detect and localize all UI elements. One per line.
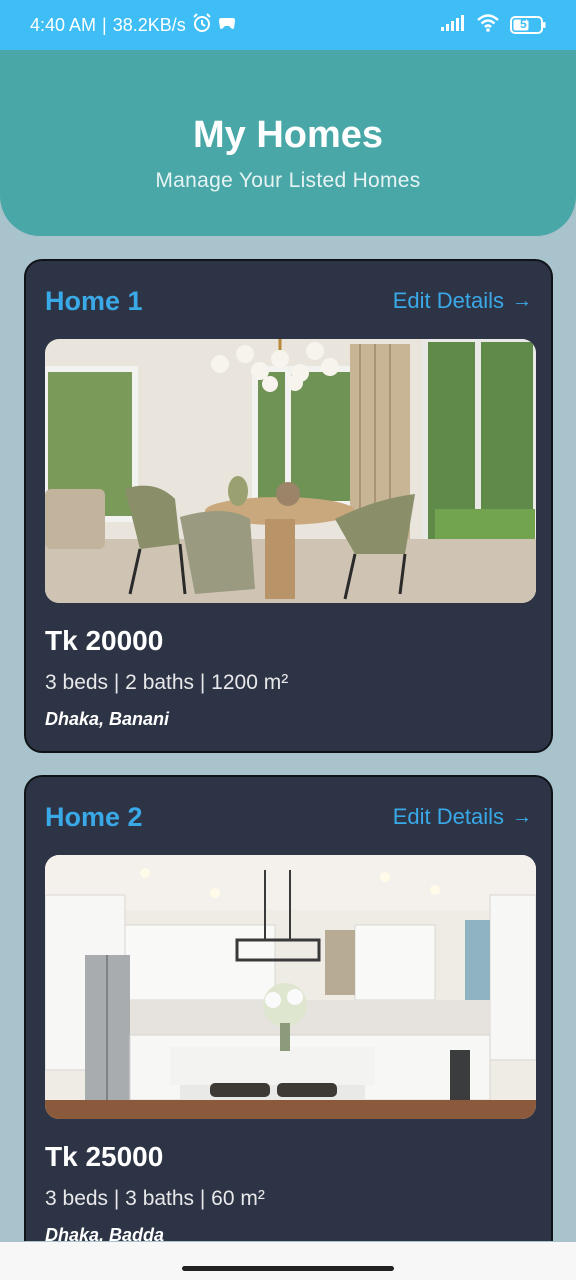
signal-icon [440, 14, 466, 37]
home-photo[interactable] [45, 855, 536, 1119]
status-separator: | [102, 14, 107, 35]
edit-details-link[interactable]: Edit Details → [393, 804, 532, 830]
home-specs: 3 beds | 3 baths | 60 m² [45, 1187, 265, 1210]
status-left: 4:40 AM | 38.2KB/s [30, 12, 236, 38]
edit-details-label: Edit Details [392, 804, 504, 829]
status-time: 4:40 AM [30, 14, 97, 35]
alarm-icon [192, 12, 212, 38]
wifi-icon [476, 13, 500, 38]
home-photo[interactable] [45, 339, 536, 603]
home-title: Home 1 [45, 285, 143, 316]
page-header: My Homes Manage Your Listed Homes [0, 50, 576, 236]
kitchen-image [45, 855, 536, 1119]
page-subtitle: Manage Your Listed Homes [155, 169, 421, 192]
home-price: Tk 20000 [45, 625, 164, 656]
status-bar: 4:40 AM | 38.2KB/s 57 [0, 0, 576, 50]
arrow-right-icon: → [512, 289, 532, 312]
home-location: Dhaka, Banani [45, 709, 170, 729]
status-right: 57 [440, 13, 546, 38]
status-speed: 38.2KB/s [112, 14, 186, 35]
card-header: Home 1 Edit Details → [45, 261, 532, 339]
home-location: Dhaka, Badda [45, 1225, 165, 1241]
home-title: Home 2 [45, 801, 143, 832]
edit-details-link[interactable]: Edit Details → [393, 288, 532, 314]
home-card[interactable]: Home 2 Edit Details → Tk 25000 3 beds | … [24, 775, 553, 1241]
home-price: Tk 25000 [45, 1141, 164, 1172]
game-icon [218, 15, 236, 36]
home-list[interactable]: Home 1 Edit Details → Tk 20000 3 beds | … [24, 259, 553, 1241]
card-header: Home 2 Edit Details → [45, 777, 532, 855]
home-gesture-handle[interactable] [182, 1266, 394, 1271]
home-card[interactable]: Home 1 Edit Details → Tk 20000 3 beds | … [24, 259, 553, 753]
arrow-right-icon: → [512, 805, 532, 828]
battery-level: 57 [520, 17, 534, 31]
page-title: My Homes [192, 114, 384, 156]
battery-icon: 57 [510, 16, 546, 34]
navigation-bar [0, 1242, 576, 1280]
edit-details-label: Edit Details [392, 288, 504, 313]
home-specs: 3 beds | 2 baths | 1200 m² [45, 671, 289, 694]
dining-room-image [45, 339, 536, 603]
